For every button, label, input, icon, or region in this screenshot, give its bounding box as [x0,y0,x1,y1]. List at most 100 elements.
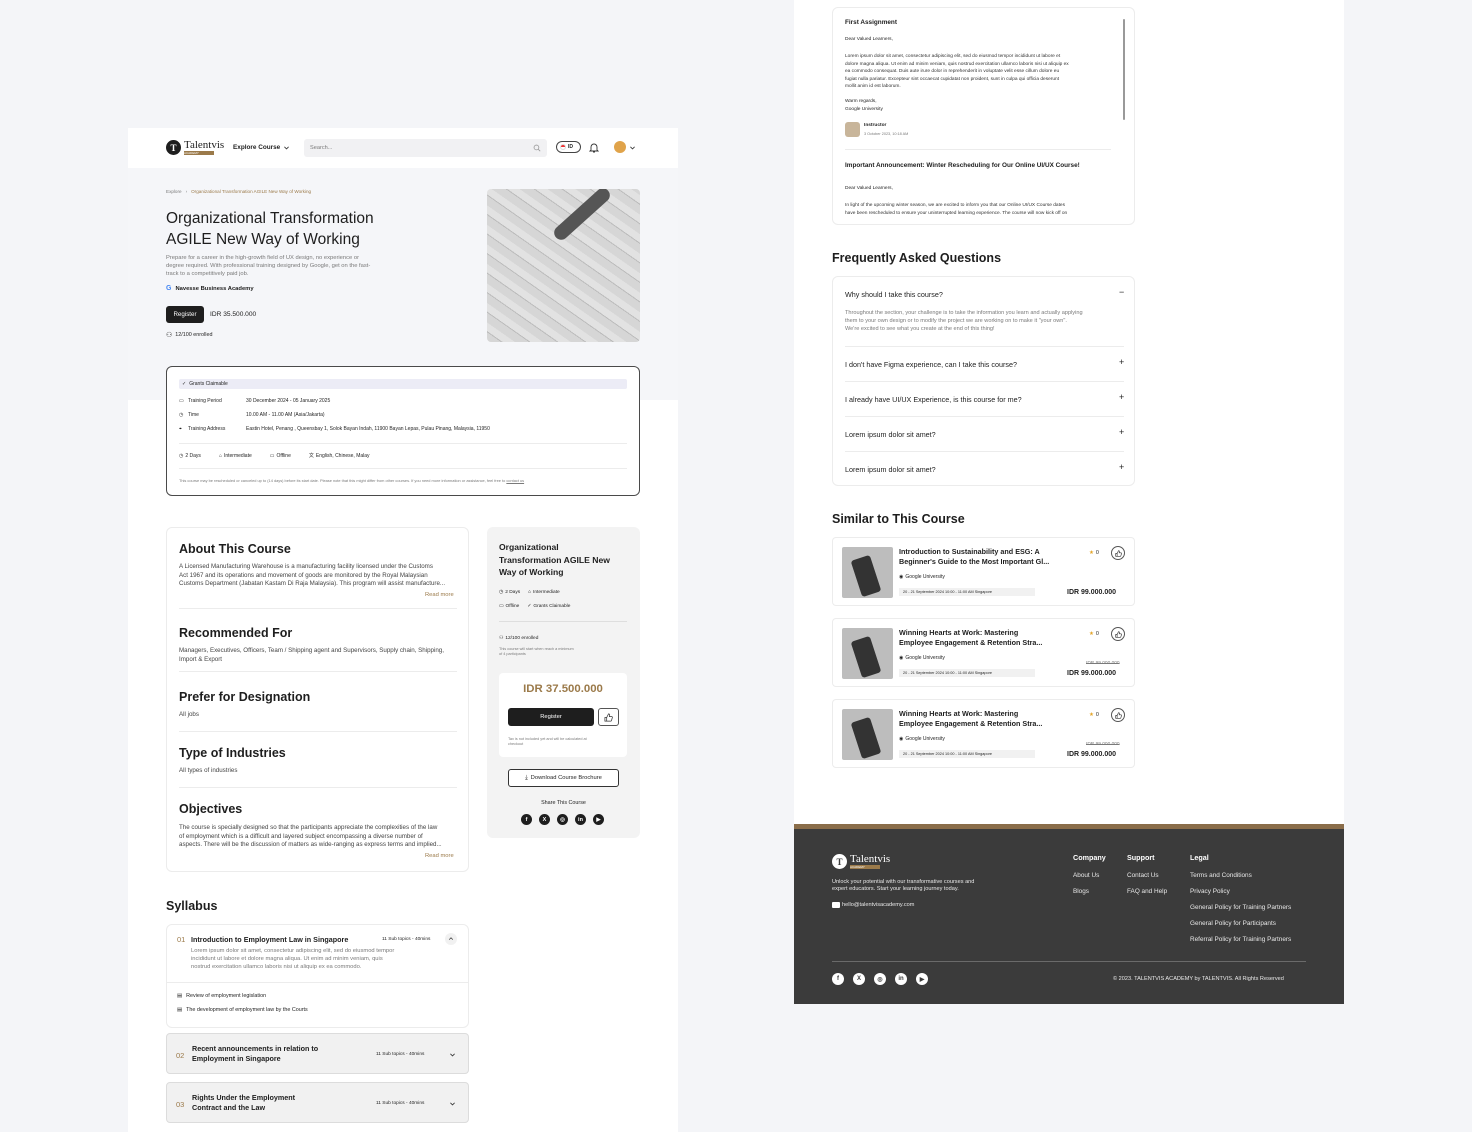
user-menu[interactable] [614,141,636,153]
syllabus-number: 03 [176,1100,185,1109]
language-switcher[interactable]: ID [556,141,581,153]
text-line: them to your own design or to modify the… [845,318,1067,324]
share-buttons: f X ◎ in ▶ [521,814,604,825]
bell-icon[interactable] [589,142,599,153]
google-icon: G [166,285,172,292]
footer-link-terms[interactable]: Terms and Conditions [1190,872,1291,879]
footer-link-participants-policy[interactable]: General Policy for Participants [1190,920,1291,927]
provider[interactable]: G Navesse Business Academy [166,285,254,292]
industries-title: Type of Industries [179,746,286,760]
text-line: of employment which is a difficult and l… [179,832,423,840]
sub-topic[interactable]: ▤ The development of employment law by th… [177,1007,308,1013]
footer-link-faq[interactable]: FAQ and Help [1127,888,1167,895]
logo-tag: ACADEMY [850,865,880,869]
course-info-card: About This Course A Licensed Manufacturi… [166,527,469,872]
syllabus-item[interactable]: 03 Rights Under the Employment Contract … [166,1082,469,1123]
rating-value: 0 [1095,631,1099,637]
contact-us-link[interactable]: contact us [506,478,524,483]
plus-icon: + [1119,357,1125,367]
text-line: ea commodo consequat. Duis aute irure do… [845,69,1060,75]
title-line: Recent announcements in relation to [192,1044,319,1053]
objectives-read-more[interactable]: Read more [425,853,454,859]
users-icon: ⚇ [166,332,173,339]
x-icon[interactable]: X [853,973,865,985]
instagram-icon[interactable]: ◎ [874,973,886,985]
side-register-button[interactable]: Register [508,708,594,726]
divider [179,671,457,672]
syllabus-item[interactable]: 02 Recent announcements in relation to E… [166,1033,469,1074]
syllabus-meta: 11 Sub topics - 40mins [376,1101,425,1106]
grants-text: Grants Claimable [533,604,571,609]
announcement-signature: Warm regards, Google University [845,98,883,113]
similar-course-card[interactable]: Winning Hearts at Work: Mastering Employ… [832,618,1135,687]
syllabus-title-text[interactable]: Introduction to Employment Law in Singap… [191,935,348,944]
faq-item[interactable]: I already have UI/UX Experience, is this… [845,382,1124,417]
footer-link-referral-policy[interactable]: Referral Policy for Training Partners [1190,936,1291,943]
side-meta-row1: ◷ 2 Days ⌂ Intermediate [499,590,560,595]
footer-link-partners-policy[interactable]: General Policy for Training Partners [1190,904,1291,911]
duration-text: 2 Days [185,452,201,459]
lesson-icon: ▤ [177,1007,183,1013]
similar-course-card[interactable]: Winning Hearts at Work: Mastering Employ… [832,699,1135,768]
instagram-icon[interactable]: ◎ [557,814,568,825]
footer-link-privacy[interactable]: Privacy Policy [1190,888,1291,895]
breadcrumb-root[interactable]: Explore [166,189,182,194]
like-button[interactable] [598,708,619,726]
footer-link-contact[interactable]: Contact Us [1127,872,1167,879]
similar-course-card[interactable]: Introduction to Sustainability and ESG: … [832,537,1135,606]
faq-item-expanded[interactable]: Why should I take this course? − Through… [845,277,1124,347]
description-line: track to a competitively paid job. [166,271,249,277]
register-button[interactable]: Register [166,306,204,323]
faq-item[interactable]: I don't have Figma experience, can I tak… [845,347,1124,382]
chevron-down-icon [284,146,290,150]
like-button[interactable] [1111,627,1125,641]
divider [179,608,457,609]
faq-item[interactable]: Lorem ipsum dolor sit amet? + [845,417,1124,452]
like-button[interactable] [1111,708,1125,722]
search-input[interactable]: Search... [304,139,547,157]
text-line: aspects. There will be the discussion of… [179,841,442,848]
facebook-icon[interactable]: f [832,973,844,985]
collapse-button[interactable] [445,933,457,945]
scrollbar-thumb[interactable] [1123,19,1125,120]
text-line: A Licensed Manufacturing Warehouse is a … [179,563,433,570]
avatar [614,141,626,153]
detail-value: Eastin Hotel, Penang , Queensbay 1, Solo… [246,426,490,432]
hand-with-pen-image [551,189,613,243]
download-brochure-button[interactable]: ⤓ Download Course Brochure [508,769,619,787]
text-line: The course is specially designed so that… [179,824,438,831]
rating: ★ 0 [1089,631,1099,637]
syllabus-number: 01 [177,935,186,944]
instructor-avatar [845,122,860,137]
linkedin-icon[interactable]: in [895,973,907,985]
thumbs-up-icon [1114,630,1122,638]
footer-link-about[interactable]: About Us [1073,872,1106,879]
like-button[interactable] [1111,546,1125,560]
youtube-icon[interactable]: ▶ [916,973,928,985]
text-line: dolore magna aliqua. Ut enim ad minim ve… [845,61,1069,67]
footer-email[interactable]: hello@talentvisacademy.com [832,902,914,908]
footer-link-blogs[interactable]: Blogs [1073,888,1106,895]
site-logo[interactable]: T Talentvis ACADEMY [166,140,224,155]
download-icon: ⤓ [525,774,528,781]
title-line: AGILE New Way of Working [166,231,360,248]
email-text: hello@talentvisacademy.com [842,902,915,908]
syllabus-title: Syllabus [166,899,218,913]
site-footer: T Talentvis ACADEMY Unlock your potentia… [794,824,1344,1004]
text-line: Customs Department (Jabatan Kastam Di Ra… [179,580,446,587]
footer-logo[interactable]: T Talentvis ACADEMY [832,854,890,869]
objectives-text: The course is specially designed so that… [179,824,442,850]
course-schedule: 20 - 21 September 2024 10:00 - 11:00 AM … [899,669,1035,677]
announcements-panel[interactable]: First Assignment Dear Valued Learners, L… [832,7,1135,225]
sub-topic[interactable]: ▤ Review of employment legislation [177,993,266,999]
x-icon[interactable]: X [539,814,550,825]
footer-support: Support Contact Us FAQ and Help [1127,853,1167,895]
explore-course-dropdown[interactable]: Explore Course [233,144,290,151]
course-old-price: IDR 99.000.000 [1086,742,1120,747]
linkedin-icon[interactable]: in [575,814,586,825]
about-read-more[interactable]: Read more [425,592,454,598]
faq-item[interactable]: Lorem ipsum dolor sit amet? + [845,452,1124,487]
youtube-icon[interactable]: ▶ [593,814,604,825]
rating-value: 0 [1095,550,1099,556]
facebook-icon[interactable]: f [521,814,532,825]
